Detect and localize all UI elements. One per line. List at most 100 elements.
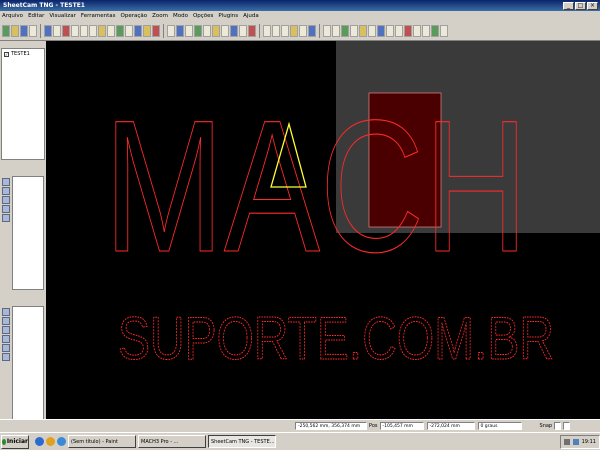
menu-modo[interactable]: Modo [173, 13, 188, 19]
snap-option-checkbox[interactable] [563, 422, 571, 430]
tray-network-icon[interactable] [572, 438, 579, 445]
layer-down-icon[interactable] [2, 317, 10, 325]
part-icon[interactable] [395, 24, 403, 37]
toolbar-separator [259, 23, 260, 38]
start-button[interactable]: Iniciar [1, 434, 29, 449]
paths-icon[interactable] [194, 24, 202, 37]
zoom-in-icon[interactable] [263, 24, 271, 37]
print-icon[interactable] [29, 24, 37, 37]
menu-editar[interactable]: Editar [28, 13, 44, 19]
engrave-icon[interactable] [125, 24, 133, 37]
menu-plugins[interactable]: Plugins [218, 13, 238, 19]
grid-icon[interactable] [167, 24, 175, 37]
edit-tool-icon[interactable] [2, 196, 10, 204]
snap-label: Snap [539, 423, 553, 429]
copy-icon[interactable] [80, 24, 88, 37]
checkbox-icon[interactable]: ✓ [4, 51, 9, 57]
chrome-icon[interactable] [46, 437, 55, 446]
close-button[interactable]: × [587, 1, 598, 10]
tree-item-teste1[interactable]: ✓ TESTE1 [2, 49, 44, 59]
run-icon[interactable] [248, 24, 256, 37]
drill-icon[interactable] [98, 24, 106, 37]
text-icon[interactable] [386, 24, 394, 37]
stop-icon[interactable] [62, 24, 70, 37]
suporte-outline-text[interactable]: SUPORTE.COM.BR [118, 305, 555, 373]
menu-ferramentas[interactable]: Ferramentas [81, 13, 116, 19]
zoom-out-icon[interactable] [272, 24, 280, 37]
clock[interactable]: 19:11 [582, 439, 596, 445]
move-icon[interactable] [332, 24, 340, 37]
rotate-view-icon[interactable] [308, 24, 316, 37]
start-label: Iniciar [6, 438, 28, 445]
zoom-fit-icon[interactable] [281, 24, 289, 37]
drawing-canvas[interactable]: MACH SUPORTE.COM.BR [46, 41, 600, 419]
menu-arquivo[interactable]: Arquivo [2, 13, 23, 19]
layer-up-icon[interactable] [2, 308, 10, 316]
minimize-button[interactable]: _ [563, 1, 574, 10]
menu-ajuda[interactable]: Ajuda [243, 13, 259, 19]
left-panel: ✓ TESTE1 [0, 41, 46, 428]
layer-props-icon[interactable] [2, 344, 10, 352]
offset-icon[interactable] [221, 24, 229, 37]
layer-icon[interactable] [134, 24, 142, 37]
maximize-button[interactable]: □ [575, 1, 586, 10]
window-titlebar: SheetCam TNG - TESTE1 _ □ × [0, 0, 600, 11]
menu-operacao[interactable]: Operação [121, 13, 148, 19]
layer-view-icon[interactable] [2, 326, 10, 334]
new-file-icon[interactable] [2, 24, 10, 37]
add-tool-icon[interactable] [2, 187, 10, 195]
snap-checkbox[interactable] [554, 422, 562, 430]
draw-line-icon[interactable] [359, 24, 367, 37]
angle-field[interactable]: 0 graus [477, 422, 522, 430]
nest-icon[interactable] [404, 24, 412, 37]
mach-outline-text[interactable]: MACH [103, 80, 528, 291]
menu-zoom[interactable]: Zoom [152, 13, 168, 19]
pos-y-field[interactable]: -272,024 mm [426, 422, 475, 430]
simulate-icon[interactable] [431, 24, 439, 37]
rapid-icon[interactable] [203, 24, 211, 37]
explorer-icon[interactable] [57, 437, 66, 446]
folder-icon[interactable] [143, 24, 151, 37]
window-title: SheetCam TNG - TESTE1 [3, 2, 85, 9]
layer-edit-icon[interactable] [2, 335, 10, 343]
lead-in-icon[interactable] [212, 24, 220, 37]
help-icon[interactable] [440, 24, 448, 37]
task-paint[interactable]: (Sem título) - Paint [68, 435, 136, 448]
contour-icon[interactable] [107, 24, 115, 37]
pocket-icon[interactable] [116, 24, 124, 37]
tool-icon[interactable] [53, 24, 61, 37]
sphere-icon[interactable] [185, 24, 193, 37]
view-3d-icon[interactable] [176, 24, 184, 37]
tool-list-icon[interactable] [2, 178, 10, 186]
measure-icon[interactable] [350, 24, 358, 37]
pos-x-field[interactable]: -105,457 mm [379, 422, 424, 430]
ie-icon[interactable] [35, 437, 44, 446]
table-icon[interactable] [2, 214, 10, 222]
part-tree: ✓ TESTE1 [1, 48, 45, 160]
layer-list-icon[interactable] [2, 353, 10, 361]
post-icon[interactable] [239, 24, 247, 37]
system-tray: 19:11 [559, 434, 600, 449]
layers-list [12, 306, 44, 425]
order-icon[interactable] [230, 24, 238, 37]
task-mach3[interactable]: MACH3 Pro - ... [138, 435, 206, 448]
tray-speaker-icon[interactable] [563, 438, 570, 445]
open-file-icon[interactable] [11, 24, 19, 37]
scale-icon[interactable] [422, 24, 430, 37]
scissors-icon[interactable] [71, 24, 79, 37]
menu-opcoes[interactable]: Opções [193, 13, 213, 19]
start-point-icon[interactable] [341, 24, 349, 37]
save-icon[interactable] [20, 24, 28, 37]
mirror-icon[interactable] [413, 24, 421, 37]
paste-icon[interactable] [89, 24, 97, 37]
task-sheetcam[interactable]: SheetCam TNG - TESTE... [208, 435, 276, 448]
menu-visualizar[interactable]: Visualizar [49, 13, 75, 19]
draw-arc-icon[interactable] [368, 24, 376, 37]
machine-icon[interactable] [44, 24, 52, 37]
select-icon[interactable] [323, 24, 331, 37]
zoom-window-icon[interactable] [290, 24, 298, 37]
draw-circle-icon[interactable] [377, 24, 385, 37]
delete-tool-icon[interactable] [2, 205, 10, 213]
delete-icon[interactable] [152, 24, 160, 37]
pan-icon[interactable] [299, 24, 307, 37]
